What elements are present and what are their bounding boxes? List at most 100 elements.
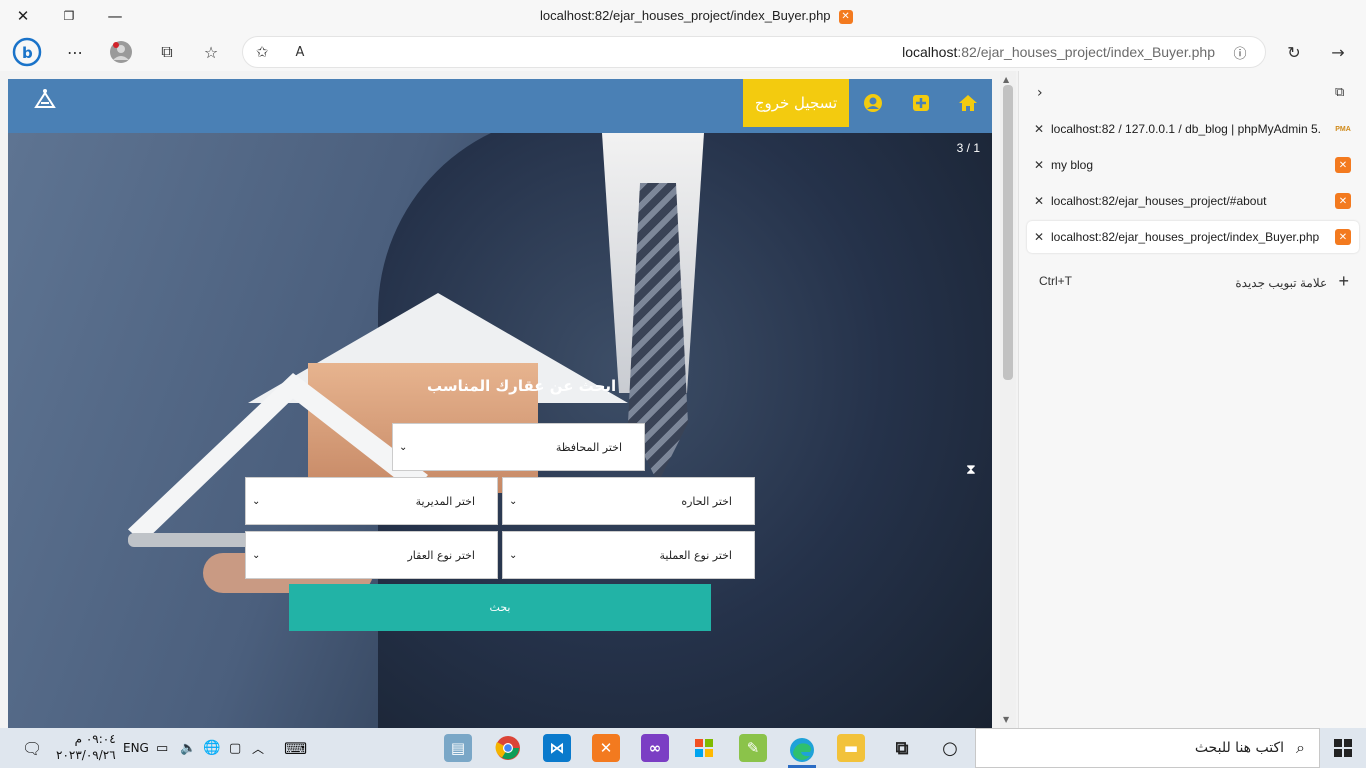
scroll-down-icon[interactable]: ▼ xyxy=(1003,715,1009,724)
chevron-down-icon: ⌄ xyxy=(509,495,518,507)
battery-icon[interactable]: ▭ xyxy=(156,728,168,768)
xampp-icon: ✕ xyxy=(1335,193,1351,209)
vertical-tabs-pane: › ⧉ ✕ localhost:82 / 127.0.0.1 / db_blog… xyxy=(1018,71,1366,728)
operation-type-label: اختر نوع العملية xyxy=(659,548,732,562)
task-view-icon[interactable]: ⧉ xyxy=(888,734,916,762)
chevron-down-icon: ⌄ xyxy=(252,495,261,507)
directorate-select[interactable]: ⌄ اختر المديرية xyxy=(245,477,498,525)
collections-icon[interactable]: ⧉ xyxy=(152,38,182,66)
notification-icon[interactable]: 🗨 xyxy=(22,728,42,768)
close-window-button[interactable]: ✕ xyxy=(8,4,38,28)
tab-my-blog[interactable]: ✕ my blog ✕ xyxy=(1027,149,1359,181)
tab-title: localhost:82/ejar_houses_project/#about xyxy=(1051,194,1267,208)
profile-avatar[interactable] xyxy=(106,38,136,66)
governorate-select[interactable]: ⌄ اختر المحافظة xyxy=(392,423,645,471)
vscode-app-icon[interactable]: ⋈ xyxy=(543,734,571,762)
page-scrollbar[interactable]: ▲ ▼ xyxy=(1000,71,1016,728)
add-favorite-icon[interactable]: ✩ xyxy=(247,38,277,66)
chevron-down-icon: ⌄ xyxy=(399,441,408,453)
neighborhood-select[interactable]: ⌄ اختر الحاره xyxy=(502,477,755,525)
volume-icon[interactable]: 🔈 xyxy=(180,728,196,768)
tab-actions-icon[interactable]: ⧉ xyxy=(1335,85,1344,100)
network-icon[interactable]: 🌐 xyxy=(203,728,220,768)
tab-index-buyer[interactable]: ✕ localhost:82/ejar_houses_project/index… xyxy=(1027,221,1359,253)
address-host: localhost xyxy=(902,44,958,60)
svg-text:b: b xyxy=(22,44,33,62)
slide-counter: 3 / 1 xyxy=(956,141,980,155)
new-tab-button[interactable]: Ctrl+T علامة تبويب جديدة + xyxy=(1039,271,1349,291)
close-tab-icon[interactable]: ✕ xyxy=(1027,158,1051,172)
browser-toolbar: b ⋯ ⧉ ☆ ✩ A localhost:82/ejar_houses_pro… xyxy=(0,33,1366,71)
collapse-pane-icon[interactable]: › xyxy=(1037,85,1043,101)
hourglass-icon: ⧗ xyxy=(966,462,976,478)
project-app-icon[interactable]: ✎ xyxy=(739,734,767,762)
language-indicator[interactable]: ENG xyxy=(123,728,149,768)
address-url[interactable]: localhost:82/ejar_houses_project/index_B… xyxy=(902,44,1215,60)
favorites-icon[interactable]: ☆ xyxy=(196,38,226,66)
taskbar: 🗨 ٠٩:٠٤ م ٢٠٢٣/٠٩/٢٦ ENG ▭ 🔈 🌐 ▢ ︿ ⌨ ▤ ⋈… xyxy=(0,728,1366,768)
new-tab-label: علامة تبويب جديدة xyxy=(1235,275,1328,290)
xampp-icon: ✕ xyxy=(1335,157,1351,173)
xampp-icon: ✕ xyxy=(838,9,853,24)
notepad-app-icon[interactable]: ▤ xyxy=(444,734,472,762)
site-info-icon[interactable]: ⓘ xyxy=(1225,38,1255,66)
chrome-app-icon[interactable] xyxy=(494,734,522,762)
plus-icon: + xyxy=(1338,270,1349,291)
web-page: تسجيل خروج 3 / 1 ⧗ ابحث عن عقارك المناسب… xyxy=(8,79,992,728)
tab-title: localhost:82 / 127.0.0.1 / db_blog | php… xyxy=(1051,122,1321,136)
tab-title: my blog xyxy=(1051,158,1094,172)
site-logo[interactable] xyxy=(32,87,58,113)
neighborhood-label: اختر الحاره xyxy=(681,494,732,508)
site-navbar: تسجيل خروج xyxy=(8,79,992,133)
property-type-select[interactable]: ⌄ اختر نوع العقار xyxy=(245,531,498,579)
operation-type-select[interactable]: ⌄ اختر نوع العملية xyxy=(502,531,755,579)
taskbar-clock[interactable]: ٠٩:٠٤ م ٢٠٢٣/٠٩/٢٦ xyxy=(56,731,116,763)
tab-about[interactable]: ✕ localhost:82/ejar_houses_project/#abou… xyxy=(1027,185,1359,217)
phpmyadmin-icon: PMA xyxy=(1335,125,1351,133)
home-icon[interactable] xyxy=(957,92,979,114)
refresh-icon[interactable]: ↻ xyxy=(1279,38,1309,66)
bing-icon[interactable]: b xyxy=(12,37,42,67)
logout-button[interactable]: تسجيل خروج xyxy=(743,79,849,127)
show-hidden-icons[interactable]: ︿ xyxy=(252,728,264,768)
address-path: :82/ejar_houses_project/index_Buyer.php xyxy=(957,44,1215,60)
property-type-label: اختر نوع العقار xyxy=(407,548,476,562)
search-button[interactable]: بحث xyxy=(289,584,711,631)
forward-icon[interactable]: → xyxy=(1323,38,1353,66)
governorate-label: اختر المحافظة xyxy=(555,440,622,454)
minimize-window-button[interactable]: — xyxy=(100,4,130,28)
search-icon: ⌕ xyxy=(1296,738,1305,757)
restore-window-button[interactable]: ❐ xyxy=(54,4,84,28)
tab-title: localhost:82/ejar_houses_project/index_B… xyxy=(1051,230,1320,244)
window-titlebar: ✕ ❐ — localhost:82/ejar_houses_project/i… xyxy=(0,0,1366,33)
close-tab-icon[interactable]: ✕ xyxy=(1027,194,1051,208)
tab-phpmyadmin[interactable]: ✕ localhost:82 / 127.0.0.1 / db_blog | p… xyxy=(1027,113,1359,145)
scroll-up-icon[interactable]: ▲ xyxy=(1003,75,1009,84)
close-tab-icon[interactable]: ✕ xyxy=(1027,230,1051,244)
xampp-icon: ✕ xyxy=(1335,229,1351,245)
visualstudio-app-icon[interactable]: ∞ xyxy=(641,734,669,762)
chevron-down-icon: ⌄ xyxy=(252,549,261,561)
xampp-app-icon[interactable]: ✕ xyxy=(592,734,620,762)
file-explorer-app-icon[interactable]: ▬ xyxy=(837,734,865,762)
add-icon[interactable] xyxy=(910,92,932,114)
taskbar-search-input[interactable]: اكتب هنا للبحث ⌕ xyxy=(975,728,1320,768)
scrollbar-thumb[interactable] xyxy=(1003,85,1013,380)
store-app-icon[interactable] xyxy=(690,734,718,762)
cortana-icon[interactable]: ○ xyxy=(936,734,964,762)
close-tab-icon[interactable]: ✕ xyxy=(1027,122,1051,136)
new-tab-shortcut: Ctrl+T xyxy=(1039,274,1072,288)
edge-app-icon[interactable] xyxy=(788,734,816,768)
window-title: localhost:82/ejar_houses_project/index_B… xyxy=(540,8,853,24)
more-icon[interactable]: ⋯ xyxy=(60,38,90,66)
address-bar[interactable]: ✩ A localhost:82/ejar_houses_project/ind… xyxy=(242,36,1266,68)
read-aloud-icon[interactable]: A xyxy=(285,38,315,66)
search-placeholder: اكتب هنا للبحث xyxy=(1194,740,1285,756)
meet-icon[interactable]: ▢ xyxy=(229,728,241,768)
directorate-label: اختر المديرية xyxy=(415,494,475,508)
clock-date: ٢٠٢٣/٠٩/٢٦ xyxy=(56,748,116,762)
user-icon[interactable] xyxy=(862,92,884,114)
start-button[interactable] xyxy=(1320,728,1366,768)
keyboard-icon[interactable]: ⌨ xyxy=(284,728,307,768)
clock-time: ٠٩:٠٤ م xyxy=(74,732,116,746)
